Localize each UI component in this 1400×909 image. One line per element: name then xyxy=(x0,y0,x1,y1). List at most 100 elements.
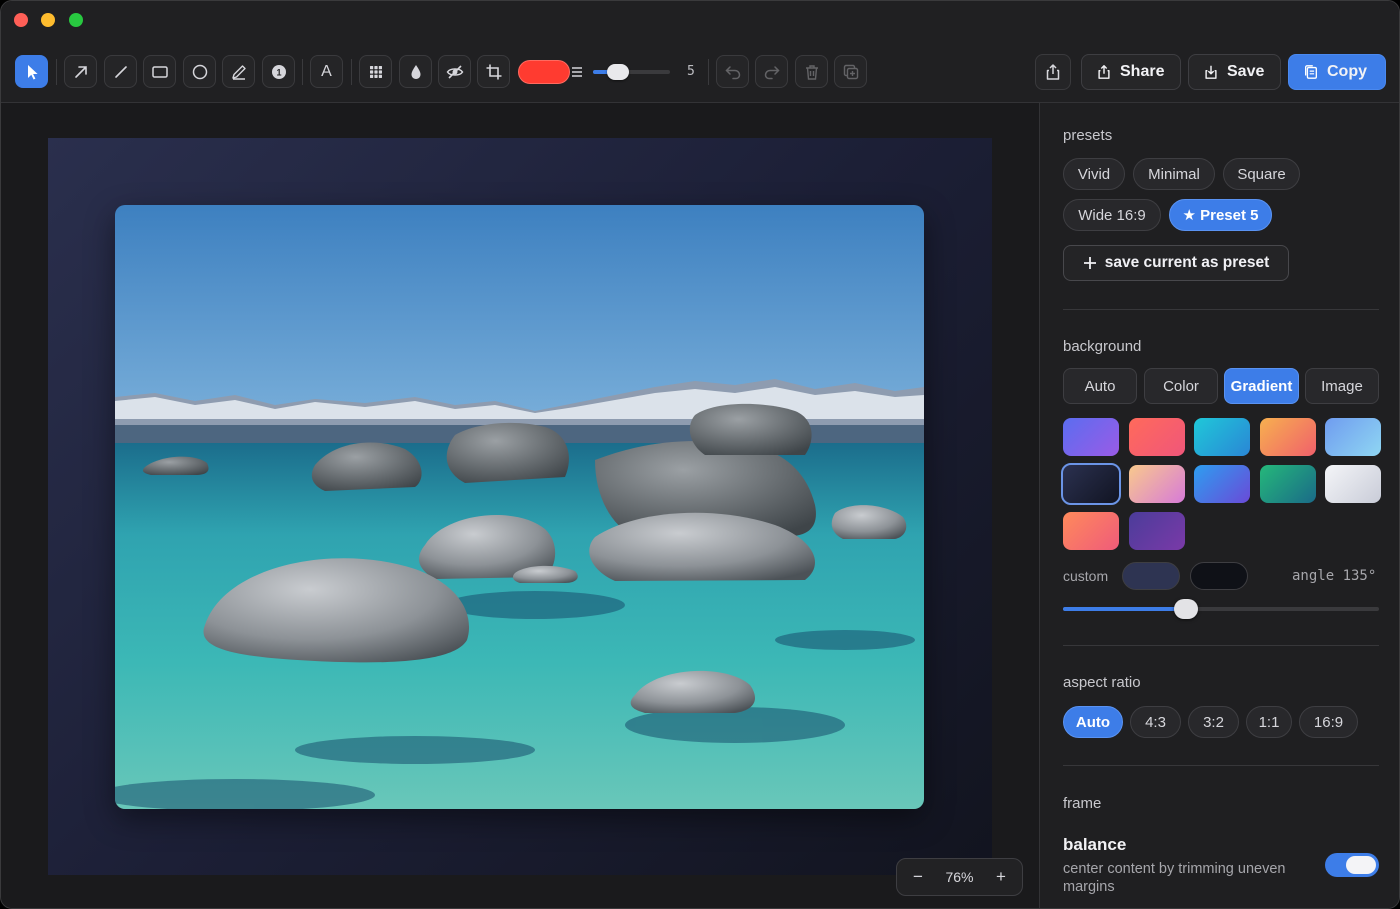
minimize-window-button[interactable] xyxy=(41,13,55,27)
editor-canvas[interactable]: − 76% + xyxy=(1,103,1039,908)
aspect-option[interactable]: 4:3 xyxy=(1130,706,1181,738)
zoom-out-button[interactable]: − xyxy=(911,867,925,887)
preset-chip[interactable]: Wide 16:9 xyxy=(1063,199,1161,231)
select-tool-button[interactable] xyxy=(15,55,48,88)
custom-label: custom xyxy=(1063,568,1109,584)
app-window: 1 A 5 Share Save Copy − 76% + presets Vi… xyxy=(0,0,1400,909)
pen-icon xyxy=(231,64,246,80)
pixelate-tool-button[interactable] xyxy=(359,55,392,88)
preset-chip[interactable]: Vivid xyxy=(1063,158,1125,190)
delete-button[interactable] xyxy=(795,55,828,88)
counter-tool-button[interactable]: 1 xyxy=(262,55,295,88)
stroke-style-icon[interactable] xyxy=(571,65,583,79)
preset-chip[interactable]: Square xyxy=(1223,158,1300,190)
save-button-label: Save xyxy=(1227,63,1265,80)
ellipse-tool-button[interactable] xyxy=(183,55,216,88)
trash-icon xyxy=(805,64,818,80)
screenshot-image[interactable] xyxy=(115,205,924,809)
angle-slider-knob[interactable] xyxy=(1173,599,1198,619)
line-icon xyxy=(114,65,127,78)
text-icon: A xyxy=(321,62,332,80)
redo-icon xyxy=(764,65,780,79)
rectangle-icon xyxy=(151,65,168,78)
zoom-control: − 76% + xyxy=(896,858,1023,896)
rectangle-tool-button[interactable] xyxy=(143,55,176,88)
gradient-swatch[interactable] xyxy=(1194,465,1250,503)
aspect-option[interactable]: 1:1 xyxy=(1246,706,1292,738)
blur-icon xyxy=(411,64,420,79)
presets-title: presets xyxy=(1063,127,1113,144)
select-icon xyxy=(27,64,38,79)
copy-button-label: Copy xyxy=(1327,63,1367,80)
gradient-swatch[interactable] xyxy=(1128,512,1185,550)
share-button[interactable]: Share xyxy=(1081,54,1181,90)
pen-tool-button[interactable] xyxy=(222,55,255,88)
gradient-swatch[interactable] xyxy=(1061,463,1121,505)
gradient-swatch[interactable] xyxy=(1325,418,1381,456)
gradient-swatch[interactable] xyxy=(1325,465,1381,503)
lake-photo xyxy=(115,205,924,809)
gradient-swatch[interactable] xyxy=(1259,465,1316,503)
save-preset-label: save current as preset xyxy=(1104,254,1270,271)
stroke-size-slider-knob[interactable] xyxy=(606,64,629,80)
gradient-swatch[interactable] xyxy=(1259,418,1316,456)
background-mode-image[interactable]: Image xyxy=(1305,368,1379,404)
save-button[interactable]: Save xyxy=(1188,54,1281,90)
gradient-swatch[interactable] xyxy=(1128,418,1185,456)
arrow-icon xyxy=(74,65,87,78)
undo-button[interactable] xyxy=(716,55,749,88)
redo-button[interactable] xyxy=(755,55,788,88)
frame-title: frame xyxy=(1063,795,1102,812)
aspect-ratio-title: aspect ratio xyxy=(1063,674,1141,691)
preset-chip-selected[interactable]: ★ Preset 5 xyxy=(1169,199,1272,231)
pixelate-icon xyxy=(369,65,382,78)
svg-text:1: 1 xyxy=(276,67,281,77)
hide-icon xyxy=(446,64,463,79)
zoom-value: 76% xyxy=(945,869,974,885)
background-mode-gradient[interactable]: Gradient xyxy=(1224,368,1299,404)
crop-tool-button[interactable] xyxy=(477,55,510,88)
balance-description: center content by trimming uneven margin… xyxy=(1063,861,1286,895)
aspect-option[interactable]: 16:9 xyxy=(1299,706,1358,738)
text-tool-button[interactable]: A xyxy=(310,55,343,88)
copy-icon xyxy=(1305,65,1317,79)
hide-tool-button[interactable] xyxy=(438,55,471,88)
background-mode-auto[interactable]: Auto xyxy=(1063,368,1137,404)
custom-color-end[interactable] xyxy=(1190,562,1248,590)
gradient-swatch[interactable] xyxy=(1194,418,1250,456)
gradient-swatch[interactable] xyxy=(1063,418,1119,456)
zoom-in-button[interactable]: + xyxy=(994,867,1008,887)
crop-icon xyxy=(486,64,501,79)
copy-button[interactable]: Copy xyxy=(1288,54,1386,90)
share-button-label: Share xyxy=(1120,63,1165,80)
balance-toggle[interactable] xyxy=(1325,853,1379,877)
undo-icon xyxy=(724,65,740,79)
save-preset-button[interactable]: save current as preset xyxy=(1063,245,1289,281)
aspect-option-auto[interactable]: Auto xyxy=(1063,706,1123,738)
counter-icon: 1 xyxy=(271,64,286,79)
aspect-option[interactable]: 3:2 xyxy=(1188,706,1239,738)
save-icon xyxy=(1205,65,1217,79)
share-icon xyxy=(1098,65,1110,79)
toolbar: 1 A 5 Share Save Copy xyxy=(1,1,1399,103)
toggle-knob xyxy=(1346,856,1376,874)
arrow-tool-button[interactable] xyxy=(64,55,97,88)
stroke-size-slider[interactable] xyxy=(593,64,670,80)
duplicate-button[interactable] xyxy=(834,55,867,88)
zoom-window-button[interactable] xyxy=(69,13,83,27)
stroke-color-picker[interactable] xyxy=(518,60,570,84)
line-tool-button[interactable] xyxy=(104,55,137,88)
custom-color-start[interactable] xyxy=(1122,562,1180,590)
plus-icon xyxy=(1083,257,1096,269)
gradient-swatch[interactable] xyxy=(1128,465,1185,503)
angle-slider[interactable] xyxy=(1063,599,1379,619)
angle-label: angle 135° xyxy=(1292,568,1377,584)
blur-tool-button[interactable] xyxy=(399,55,432,88)
close-window-button[interactable] xyxy=(14,13,28,27)
export-button[interactable] xyxy=(1035,54,1071,90)
background-mode-color[interactable]: Color xyxy=(1144,368,1218,404)
gradient-swatch[interactable] xyxy=(1063,512,1119,550)
settings-panel: presets Vivid Minimal Square Wide 16:9 ★… xyxy=(1039,103,1399,908)
preset-chip[interactable]: Minimal xyxy=(1133,158,1215,190)
export-icon xyxy=(1046,64,1060,80)
